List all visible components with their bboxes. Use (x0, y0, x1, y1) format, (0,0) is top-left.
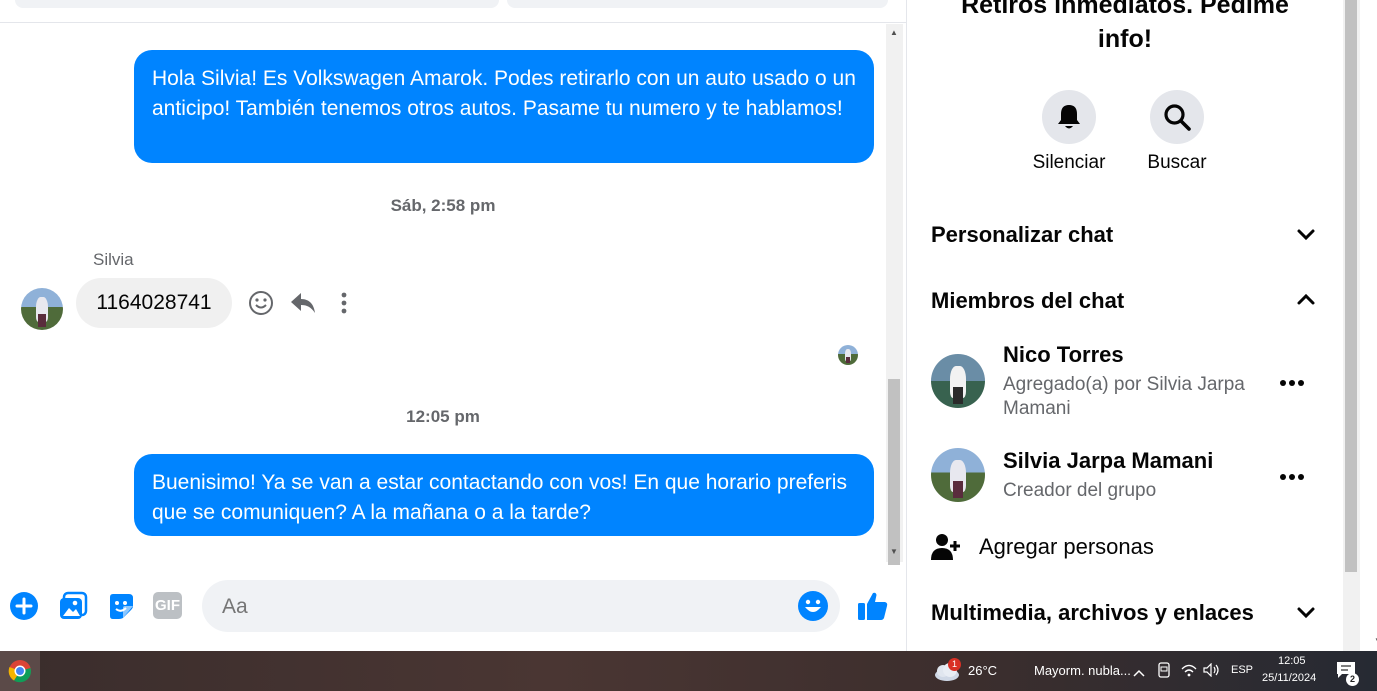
chevron-down-icon[interactable] (1296, 228, 1316, 247)
chat-members-section[interactable]: Miembros del chat (931, 288, 1124, 314)
clock-time[interactable]: 12:05 (1278, 655, 1306, 667)
notification-count: 2 (1346, 673, 1359, 686)
emoji-icon[interactable] (797, 590, 829, 627)
sender-name: Silvia (93, 250, 134, 269)
header-divider (0, 22, 906, 23)
top-field-left (15, 0, 499, 8)
windows-taskbar: 1 26°C Mayorm. nubla... ESP 12:05 25/11/… (0, 651, 1377, 691)
gif-icon[interactable]: GIF (153, 592, 182, 619)
chevron-up-icon[interactable] (1296, 292, 1316, 311)
message-input[interactable] (220, 580, 794, 634)
panel-scrollbar-thumb[interactable] (1345, 0, 1357, 572)
panel-scrollbar[interactable] (1343, 0, 1360, 651)
avatar[interactable] (21, 288, 63, 330)
weather-badge: 1 (948, 658, 961, 671)
member-subtitle: Agregado(a) por Silvia Jarpa Mamani (1003, 374, 1245, 419)
reply-icon[interactable] (290, 291, 316, 320)
photo-icon[interactable] (58, 591, 88, 626)
bell-icon (1058, 105, 1080, 129)
search-label: Buscar (1147, 152, 1207, 173)
language-indicator[interactable]: ESP (1231, 664, 1253, 676)
add-people-button[interactable]: Agregar personas (979, 534, 1154, 560)
search-icon (1164, 104, 1191, 131)
member-avatar[interactable] (931, 448, 985, 502)
message-composer[interactable] (202, 580, 840, 634)
like-icon[interactable] (857, 590, 889, 627)
volume-icon[interactable] (1203, 662, 1221, 682)
customize-chat-section[interactable]: Personalizar chat (931, 222, 1113, 248)
plus-circle-icon[interactable] (9, 591, 39, 626)
outgoing-message[interactable]: Buenisimo! Ya se van a estar contactando… (134, 454, 874, 536)
sticker-icon[interactable] (106, 591, 136, 626)
top-field-right (507, 0, 888, 8)
add-person-icon[interactable] (931, 532, 961, 567)
conversation-title: Retiros inmediatos. Pedime info! (961, 0, 1289, 53)
chrome-taskbar-button[interactable] (0, 651, 40, 691)
meet-now-icon[interactable] (1157, 662, 1171, 683)
member-subtitle: Creador del grupo (1003, 480, 1157, 501)
outgoing-message[interactable]: Hola Silvia! Es Volkswagen Amarok. Podes… (134, 50, 874, 163)
weather-temp[interactable]: 26°C (968, 663, 997, 678)
message-timestamp: Sáb, 2:58 pm (390, 196, 496, 215)
search-button[interactable] (1150, 90, 1204, 144)
chevron-down-icon[interactable] (1296, 606, 1316, 625)
clock-date[interactable]: 25/11/2024 (1262, 672, 1316, 684)
member-name[interactable]: Nico Torres (1003, 342, 1124, 368)
chat-scrollbar[interactable]: ▲ ▼ (886, 24, 903, 565)
weather-description[interactable]: Mayorm. nubla... (1034, 663, 1131, 678)
read-receipt-avatar (838, 345, 858, 365)
member-options-icon[interactable] (1279, 362, 1305, 394)
react-emoji-icon[interactable] (248, 290, 274, 321)
chevron-up-icon[interactable] (1132, 665, 1146, 683)
media-files-links-section[interactable]: Multimedia, archivos y enlaces (931, 600, 1254, 626)
chat-scrollbar-thumb[interactable] (888, 379, 900, 565)
mute-label: Silenciar (1032, 152, 1106, 173)
incoming-message[interactable]: 1164028741 (76, 278, 232, 328)
message-timestamp: 12:05 pm (406, 407, 480, 426)
member-avatar[interactable] (931, 354, 985, 408)
panel-divider (906, 0, 907, 651)
more-options-icon[interactable] (340, 292, 348, 319)
member-name[interactable]: Silvia Jarpa Mamani (1003, 448, 1213, 474)
member-options-icon[interactable] (1279, 456, 1305, 488)
wifi-icon[interactable] (1181, 663, 1197, 682)
chrome-icon (8, 660, 32, 683)
mute-button[interactable] (1042, 90, 1096, 144)
